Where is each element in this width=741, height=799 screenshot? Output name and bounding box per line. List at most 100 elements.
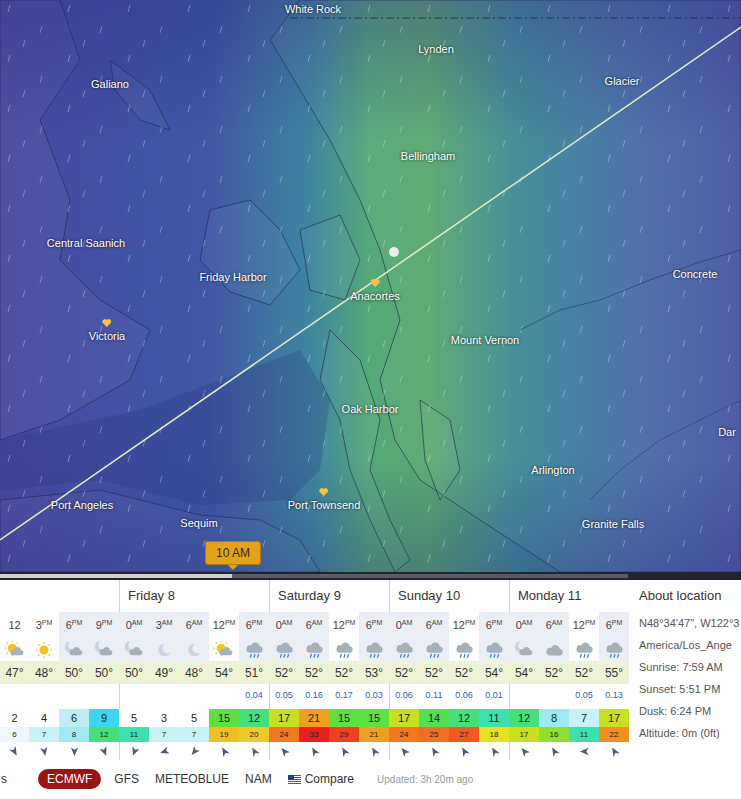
timeline[interactable] — [0, 572, 741, 580]
place-label[interactable]: Central Saanich — [47, 237, 125, 250]
gust-cell: 24 — [389, 727, 419, 742]
forecast-column[interactable]: 9PM50°912 — [89, 612, 119, 760]
wind-direction-cell — [89, 742, 119, 760]
hour-suffix: PM — [72, 619, 83, 627]
place-label[interactable]: Victoria — [89, 330, 125, 343]
precip-cell: 0.04 — [239, 684, 269, 707]
place-label[interactable]: Friday Harbor — [199, 271, 266, 284]
place-name[interactable]: Dar — [718, 426, 736, 439]
place-name[interactable]: Friday Harbor — [199, 271, 266, 284]
place-label[interactable]: Anacortes — [350, 290, 400, 303]
model-name[interactable]: GFS — [114, 770, 139, 788]
place-name[interactable]: Bellingham — [401, 150, 455, 163]
place-label[interactable]: Bellingham — [401, 150, 455, 163]
wind-arrow-icon — [366, 743, 381, 758]
hour: 6 — [306, 617, 312, 634]
about-line: N48°34'47", W122°3 — [639, 612, 741, 634]
forecast-column[interactable]: 6AM52°0.111425 — [419, 612, 449, 760]
place-name[interactable]: Port Angeles — [51, 499, 113, 512]
place-name[interactable]: Concrete — [673, 268, 718, 281]
place-label[interactable]: Dar — [718, 426, 736, 439]
place-name[interactable]: Port Townsend — [288, 499, 361, 512]
place-label[interactable]: Port Townsend — [288, 499, 361, 512]
forecast-column[interactable]: 0AM52°0.051724 — [269, 612, 299, 760]
weather-cell — [29, 638, 59, 661]
place-name[interactable]: Galiano — [91, 78, 129, 91]
forecast-column[interactable]: 6PM55°0.131722 — [599, 612, 629, 760]
temperature-cell: 52° — [449, 661, 479, 684]
place-name[interactable]: Sequim — [180, 517, 217, 530]
forecast-column[interactable]: 0AM52°0.061724 — [389, 612, 419, 760]
model-name[interactable]: NAM — [245, 770, 272, 788]
place-name[interactable]: Granite Falls — [582, 518, 644, 531]
place-label[interactable]: Port Angeles — [51, 499, 113, 512]
place-label[interactable]: Arlington — [531, 464, 574, 477]
place-label[interactable]: Concrete — [673, 268, 718, 281]
place-name[interactable]: Anacortes — [350, 290, 400, 303]
time-cell: 6AM — [299, 612, 329, 638]
forecast-column[interactable]: 12PM54°1519 — [209, 612, 239, 760]
place-name[interactable]: Lynden — [418, 43, 454, 56]
map[interactable]: White Rock Lynden Galiano Glacier Bellingham… — [0, 0, 741, 572]
place-label[interactable]: Oak Harbor — [342, 403, 399, 416]
place-name[interactable]: Victoria — [89, 330, 125, 343]
forecast-column[interactable]: 3AM49°37 — [149, 612, 179, 760]
forecast-column[interactable]: 6AM48°57 — [179, 612, 209, 760]
wind-arrow-icon — [579, 746, 590, 757]
place-name[interactable]: Arlington — [531, 464, 574, 477]
place-name[interactable]: Glacier — [605, 75, 640, 88]
precip-cell — [509, 684, 539, 707]
model-tab[interactable]: METEOBLUE — [152, 769, 232, 789]
place-label[interactable]: Glacier — [605, 75, 640, 88]
gust-cell: 19 — [209, 727, 239, 742]
model-tab[interactable]: ECMWF — [38, 769, 101, 789]
favorite-marker[interactable] — [370, 279, 380, 288]
model-name[interactable]: Compare — [305, 770, 354, 788]
forecast-column[interactable]: 12PM52°0.061227 — [449, 612, 479, 760]
hour-suffix: PM — [465, 619, 476, 627]
place-label[interactable]: Sequim — [180, 517, 217, 530]
weather-cell — [59, 638, 89, 661]
model-name[interactable]: ECMWF — [47, 770, 92, 788]
model-tab[interactable]: NAM — [242, 769, 275, 789]
forecast-column[interactable]: 6PM54°0.011118 — [479, 612, 509, 760]
place-label[interactable]: Mount Vernon — [451, 334, 520, 347]
model-name[interactable]: METEOBLUE — [155, 770, 229, 788]
forecast-column[interactable]: 0AM50°511 — [119, 612, 149, 760]
favorite-marker[interactable] — [319, 488, 329, 497]
place-label[interactable]: White Rock — [285, 3, 341, 16]
forecast-column[interactable]: 6AM52°0.162133 — [299, 612, 329, 760]
place-label[interactable]: Galiano — [91, 78, 129, 91]
hour: 3 — [156, 617, 162, 634]
hour-suffix: AM — [432, 619, 443, 627]
place-name[interactable]: Oak Harbor — [342, 403, 399, 416]
place-name[interactable]: Mount Vernon — [451, 334, 520, 347]
place-label[interactable]: Lynden — [418, 43, 454, 56]
hour-suffix: PM — [42, 619, 53, 627]
forecast-column[interactable]: 3PM48°47 — [29, 612, 59, 760]
sun-cloud-icon — [4, 641, 26, 659]
wind-direction-cell — [329, 742, 359, 760]
wind-direction-cell — [119, 742, 149, 760]
place-name[interactable]: Central Saanich — [47, 237, 125, 250]
favorite-marker[interactable] — [102, 319, 112, 328]
forecast-column[interactable]: 6PM53°0.031521 — [359, 612, 389, 760]
timeline-track[interactable] — [0, 574, 628, 578]
forecast-column[interactable]: 12PM52°0.171529 — [329, 612, 359, 760]
time-cell: 3PM — [29, 612, 59, 638]
forecast-column[interactable]: 6PM51°0.041220 — [239, 612, 269, 760]
model-tab[interactable]: GFS — [111, 769, 142, 789]
time-badge[interactable]: 10 AM — [205, 541, 261, 570]
forecast-column[interactable]: 0AM54°1217 — [509, 612, 539, 760]
compare-button[interactable]: Compare — [285, 769, 357, 789]
forecast-column[interactable]: 12PM52°0.05711 — [569, 612, 599, 760]
place-name[interactable]: White Rock — [285, 3, 341, 16]
place-label[interactable]: Granite Falls — [582, 518, 644, 531]
hour: 12 — [453, 617, 465, 634]
time-badge-label[interactable]: 10 AM — [205, 541, 261, 565]
forecast-column[interactable]: 6PM50°68 — [59, 612, 89, 760]
hour: 6 — [546, 617, 552, 634]
wind-direction-cell — [149, 742, 179, 760]
forecast-column[interactable]: 1247°26 — [0, 612, 29, 760]
forecast-column[interactable]: 6AM52°816 — [539, 612, 569, 760]
